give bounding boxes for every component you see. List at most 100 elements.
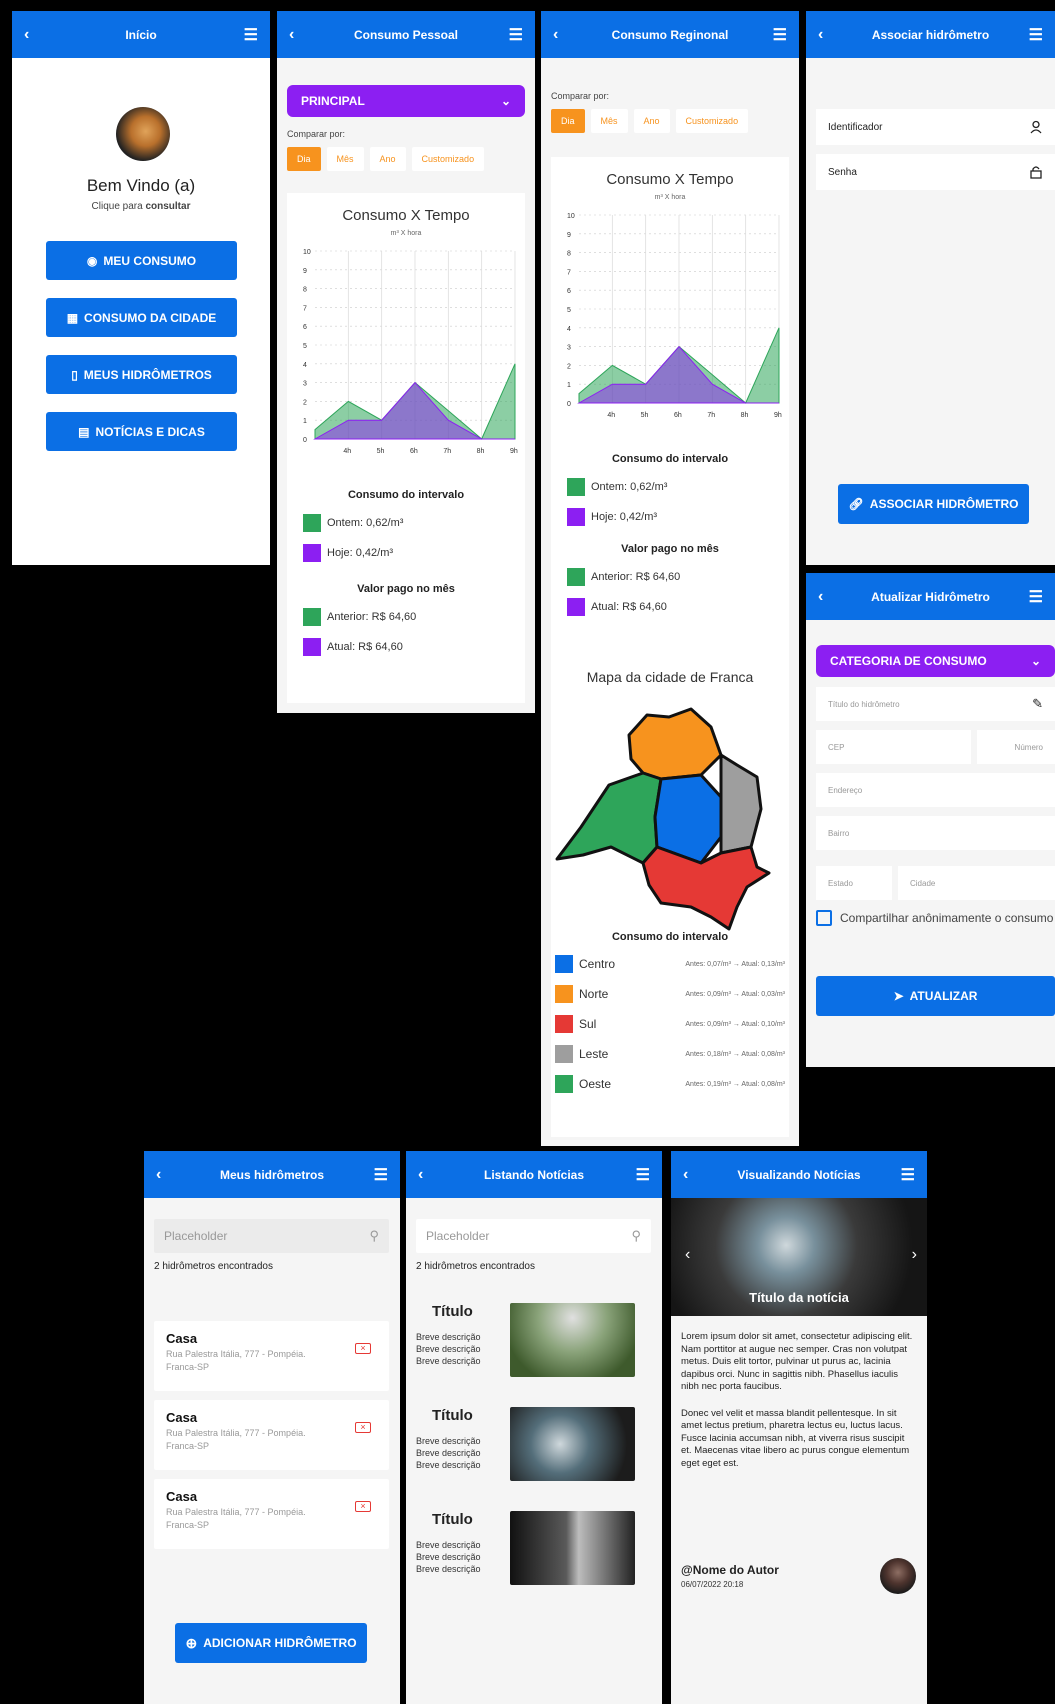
menu-icon[interactable]: ☰	[765, 25, 787, 45]
news-item[interactable]: Título Breve descrição Breve descrição Brev…	[416, 1407, 641, 1487]
chevron-left-icon[interactable]: ‹	[685, 1246, 690, 1264]
hidrometro-name: Casa	[166, 1331, 198, 1346]
back-icon[interactable]: ‹	[818, 588, 840, 606]
tab-0[interactable]: Dia	[551, 109, 585, 133]
page-title: Consumo Reginonal	[611, 27, 729, 42]
hidrometro-name: Casa	[166, 1410, 198, 1425]
tab-0[interactable]: Dia	[287, 147, 321, 171]
bairro-field[interactable]: Bairro	[816, 816, 1055, 850]
endereco-field[interactable]: Endereço	[816, 773, 1055, 807]
adicionar-button[interactable]: ⊕ ADICIONAR HIDRÔMETRO	[175, 1623, 367, 1663]
back-icon[interactable]: ‹	[24, 26, 46, 44]
y-tick-label: 5	[303, 343, 307, 350]
region-swatch	[555, 1015, 573, 1033]
hidrometro-card[interactable]: Casa Rua Palestra Itália, 777 - Pompéia. …	[154, 1321, 389, 1391]
identificador-field[interactable]: Identificador	[816, 109, 1055, 145]
menu-button-0[interactable]: ◉ MEU CONSUMO	[46, 241, 237, 280]
tab-3[interactable]: Customizado	[675, 109, 749, 133]
legend-anterior: Anterior: R$ 64,60	[567, 565, 680, 589]
region-leste[interactable]	[719, 753, 763, 855]
menu-icon[interactable]: ☰	[893, 1165, 915, 1185]
news-description: Breve descrição Breve descrição Breve desc…	[416, 1436, 481, 1470]
senha-field[interactable]: Senha	[816, 154, 1055, 190]
result-count: 2 hidrômetros encontrados	[154, 1261, 273, 1272]
menu-button-3[interactable]: ▤ NOTÍCIAS E DICAS	[46, 412, 237, 451]
meter-select[interactable]: PRINCIPAL ⌄	[287, 85, 525, 117]
menu-icon[interactable]: ☰	[236, 25, 258, 45]
hidrometro-card[interactable]: Casa Rua Palestra Itália, 777 - Pompéia. …	[154, 1400, 389, 1470]
legend-ontem: Ontem: 0,62/m³	[567, 475, 667, 499]
y-tick-label: 0	[303, 437, 307, 444]
cep-field[interactable]: CEP	[816, 730, 971, 764]
legend-atual: Atual: R$ 64,60	[303, 635, 403, 659]
region-oeste[interactable]	[555, 771, 663, 865]
share-checkbox-row[interactable]: Compartilhar anônimamente o consumo	[816, 910, 1053, 926]
menu-icon[interactable]: ☰	[1021, 25, 1043, 45]
tab-1[interactable]: Mês	[590, 109, 628, 133]
chevron-down-icon: ⌄	[500, 94, 511, 108]
send-icon: ➤	[893, 989, 904, 1003]
author-name[interactable]: @Nome do Autor	[681, 1563, 779, 1577]
search-input[interactable]: Placeholder ⚲	[154, 1219, 389, 1253]
y-tick-label: 5	[567, 307, 571, 314]
chart-subtitle: m³ X hora	[654, 194, 686, 201]
categoria-select[interactable]: CATEGORIA DE CONSUMO ⌄	[816, 645, 1055, 677]
menu-button-2[interactable]: ▯ MEUS HIDRÔMETROS	[46, 355, 237, 394]
valor-title: Valor pago no mês	[621, 543, 719, 555]
menu-icon[interactable]: ☰	[628, 1165, 650, 1185]
city-map	[555, 707, 771, 931]
paragraph-2: Donec vel velit et massa blandit pellent…	[681, 1407, 910, 1469]
estado-field[interactable]: Estado	[816, 866, 892, 900]
news-item[interactable]: Título Breve descrição Breve descrição Brev…	[416, 1511, 641, 1591]
menu-icon[interactable]: ☰	[1021, 587, 1043, 607]
back-icon[interactable]: ‹	[818, 26, 840, 44]
y-tick-label: 4	[303, 362, 307, 369]
search-input[interactable]: Placeholder ⚲	[416, 1219, 651, 1253]
screen-consumo-pessoal: ‹ Consumo Pessoal ☰ PRINCIPAL ⌄ Comparar …	[277, 11, 535, 713]
menu-button-1[interactable]: ▦ CONSUMO DA CIDADE	[46, 298, 237, 337]
menu-icon[interactable]: ☰	[366, 1165, 388, 1185]
chart-subtitle: m³ X hora	[390, 230, 422, 237]
legend-hoje: Hoje: 0,42/m³	[567, 505, 657, 529]
checkbox[interactable]	[816, 910, 832, 926]
tab-2[interactable]: Ano	[369, 147, 406, 171]
back-icon[interactable]: ‹	[156, 1166, 178, 1184]
news-thumbnail	[510, 1303, 635, 1377]
region-swatch	[555, 955, 573, 973]
hidrometro-card[interactable]: Casa Rua Palestra Itália, 777 - Pompéia. …	[154, 1479, 389, 1549]
tab-1[interactable]: Mês	[326, 147, 364, 171]
author-avatar[interactable]	[880, 1558, 916, 1594]
menu-icon[interactable]: ☰	[501, 25, 523, 45]
region-row-centro: Centro Antes: 0,07/m³ → Atual: 0,13/m³	[555, 949, 785, 979]
back-icon[interactable]: ‹	[418, 1166, 440, 1184]
x-tick-label: 9h	[774, 412, 782, 419]
atualizar-button[interactable]: ➤ ATUALIZAR	[816, 976, 1055, 1016]
app-bar: ‹ Consumo Pessoal ☰	[277, 11, 535, 58]
tab-2[interactable]: Ano	[633, 109, 670, 133]
back-icon[interactable]: ‹	[683, 1166, 705, 1184]
delete-icon[interactable]: ×	[355, 1422, 371, 1433]
titulo-field[interactable]: Título do hidrômetro ✎	[816, 687, 1055, 721]
numero-field[interactable]: Número	[977, 730, 1055, 764]
tab-3[interactable]: Customizado	[411, 147, 485, 171]
delete-icon[interactable]: ×	[355, 1501, 371, 1512]
news-hero-image: ‹ › Título da notícia	[671, 1198, 927, 1316]
news-headline: Título da notícia	[749, 1290, 849, 1305]
y-tick-label: 2	[567, 363, 571, 370]
delete-icon[interactable]: ×	[355, 1343, 371, 1354]
y-tick-label: 0	[567, 401, 571, 408]
back-icon[interactable]: ‹	[289, 26, 311, 44]
cidade-field[interactable]: Cidade	[898, 866, 1055, 900]
eye-icon: ◉	[86, 253, 98, 268]
associar-button[interactable]: 🔗︎ ASSOCIAR HIDRÔMETRO	[838, 484, 1029, 524]
paragraph-1: Lorem ipsum dolor sit amet, consectetur …	[681, 1331, 913, 1392]
back-icon[interactable]: ‹	[553, 26, 575, 44]
region-sul[interactable]	[641, 845, 771, 931]
region-norte[interactable]	[627, 707, 723, 781]
news-item[interactable]: Título Breve descrição Breve descrição Brev…	[416, 1303, 641, 1383]
y-tick-label: 10	[567, 213, 575, 220]
regions-title: Consumo do intervalo	[611, 931, 729, 943]
chevron-right-icon[interactable]: ›	[912, 1246, 917, 1264]
news-title: Título	[432, 1407, 473, 1424]
page-title: Associar hidrômetro	[871, 27, 990, 42]
